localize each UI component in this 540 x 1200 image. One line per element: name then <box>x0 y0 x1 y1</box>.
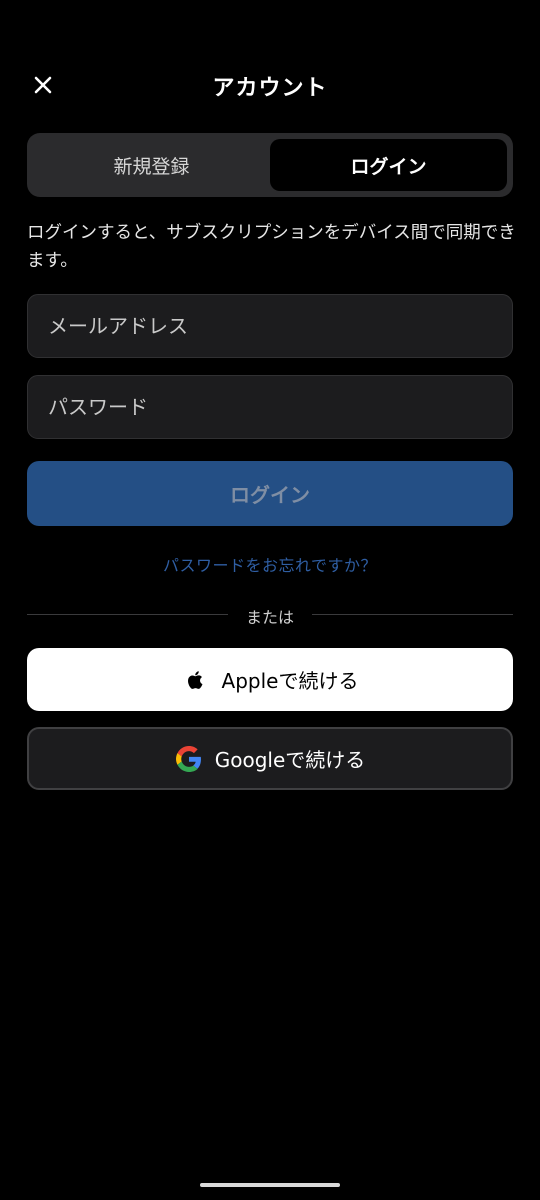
page-title: アカウント <box>212 76 328 101</box>
password-input[interactable] <box>46 394 494 420</box>
home-indicator[interactable] <box>200 1183 340 1187</box>
login-button[interactable]: ログイン <box>27 461 513 526</box>
continue-with-google-button[interactable]: Googleで続ける <box>27 727 513 790</box>
divider-line-right <box>312 614 513 615</box>
tab-signup[interactable]: 新規登録 <box>33 139 270 191</box>
email-field-container <box>27 294 513 358</box>
divider-or-label: または <box>245 608 294 627</box>
auth-mode-segmented-control: 新規登録 ログイン <box>27 133 513 197</box>
continue-with-apple-button[interactable]: Appleで続ける <box>27 648 513 711</box>
google-button-label: Googleで続ける <box>214 748 366 772</box>
tab-login[interactable]: ログイン <box>270 139 507 191</box>
forgot-password-link[interactable]: パスワードをお忘れですか？ <box>0 552 540 576</box>
password-field-container <box>27 375 513 439</box>
email-input[interactable] <box>46 313 494 339</box>
google-logo-icon <box>175 745 203 773</box>
header-bar: アカウント <box>0 58 540 114</box>
login-description: ログインすると、サブスクリプションをデバイス間で同期できます。 <box>27 223 516 271</box>
apple-button-label: Appleで続ける <box>221 669 359 693</box>
apple-logo-icon <box>182 666 210 694</box>
